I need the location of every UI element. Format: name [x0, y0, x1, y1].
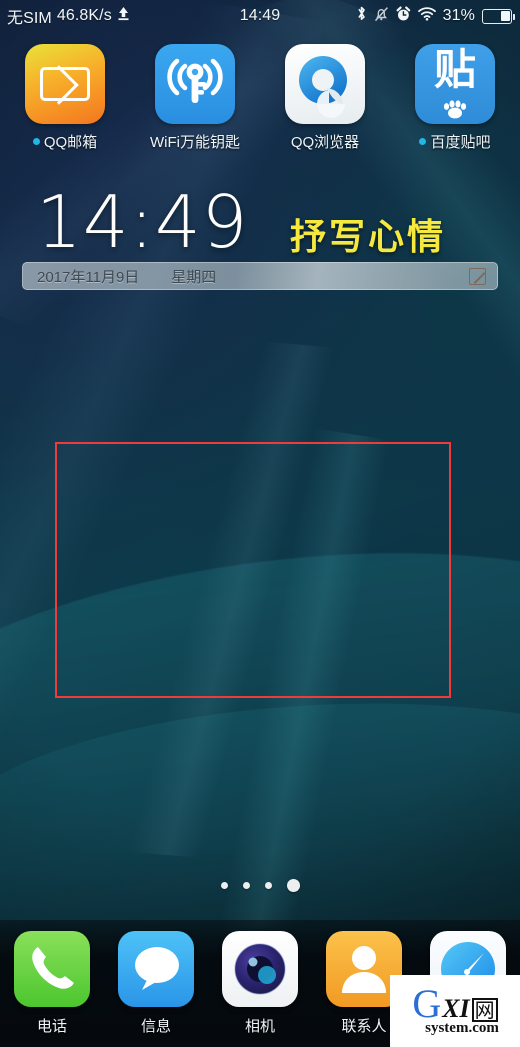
app-label: WiFi万能钥匙: [150, 131, 240, 152]
clock-widget[interactable]: 14:49 抒写心情 2017年11月9日 星期四: [0, 180, 520, 298]
baidu-tieba-icon: 贴: [415, 44, 495, 124]
dock-item-camera[interactable]: 相机: [208, 931, 312, 1036]
battery-icon: [482, 8, 516, 24]
message-bubble-icon: [118, 931, 194, 1007]
dock-item-label: 电话: [36, 1018, 67, 1035]
camera-lens-icon: [222, 931, 298, 1007]
page-dot-active[interactable]: [286, 879, 300, 892]
status-bar-clock: 14:49: [239, 7, 281, 24]
edit-pencil-icon[interactable]: [469, 267, 486, 285]
annotation-rectangle: [55, 442, 451, 698]
site-watermark: G XI 网 system.com: [390, 975, 520, 1047]
app-label: QQ邮箱: [32, 131, 98, 152]
app-label-text: 百度贴吧: [430, 134, 491, 151]
notification-dot-badge: [419, 138, 427, 145]
phone-handset-icon: [14, 931, 90, 1007]
page-dot[interactable]: [220, 882, 228, 889]
widget-weekday-label: 星期四: [171, 268, 217, 286]
widget-clock-time: 14:49: [36, 180, 249, 264]
dock-item-label: 信息: [140, 1018, 171, 1035]
dock-item-phone[interactable]: 电话: [0, 931, 104, 1036]
app-icon-baidu-tieba[interactable]: 贴 百度贴吧: [390, 44, 520, 156]
widget-date-bar[interactable]: 2017年11月9日 星期四: [22, 262, 498, 290]
app-label-text: WiFi万能钥匙: [150, 134, 240, 151]
dock-item-label: 相机: [244, 1018, 275, 1035]
home-screen: 无SIM 46.8K/s 14:49 31% QQ邮箱 WiFi万能钥匙 QQ浏…: [0, 0, 520, 1047]
app-icon-wifi-master-key[interactable]: WiFi万能钥匙: [130, 44, 260, 156]
page-dot[interactable]: [264, 882, 272, 889]
status-bar[interactable]: 无SIM 46.8K/s 14:49 31%: [0, 0, 520, 32]
app-label: 百度贴吧: [419, 131, 491, 152]
watermark-wang-char: 网: [471, 998, 498, 1022]
app-label-text: QQ邮箱: [43, 134, 98, 151]
app-label: QQ浏览器: [291, 131, 359, 152]
widget-date-label: 2017年11月9日: [37, 268, 140, 286]
watermark-logo: G XI 网: [412, 981, 498, 1026]
dock-item-messages[interactable]: 信息: [104, 931, 208, 1036]
page-dot[interactable]: [242, 882, 250, 889]
page-indicator[interactable]: [0, 879, 520, 892]
widget-mood-text[interactable]: 抒写心情: [290, 208, 446, 260]
qq-browser-icon: [285, 44, 365, 124]
mail-envelope-icon: [25, 44, 105, 124]
notification-dot-badge: [32, 138, 40, 145]
wifi-key-icon: [155, 44, 235, 124]
app-label-text: QQ浏览器: [290, 134, 360, 151]
watermark-g-letter: G: [412, 981, 442, 1026]
watermark-domain: system.com: [425, 1020, 499, 1036]
app-icon-qq-mail[interactable]: QQ邮箱: [0, 44, 130, 156]
app-icon-qq-browser[interactable]: QQ浏览器: [260, 44, 390, 156]
dock-item-label: 联系人: [341, 1018, 387, 1035]
app-grid: QQ邮箱 WiFi万能钥匙 QQ浏览器 贴 百度贴吧: [0, 44, 520, 156]
